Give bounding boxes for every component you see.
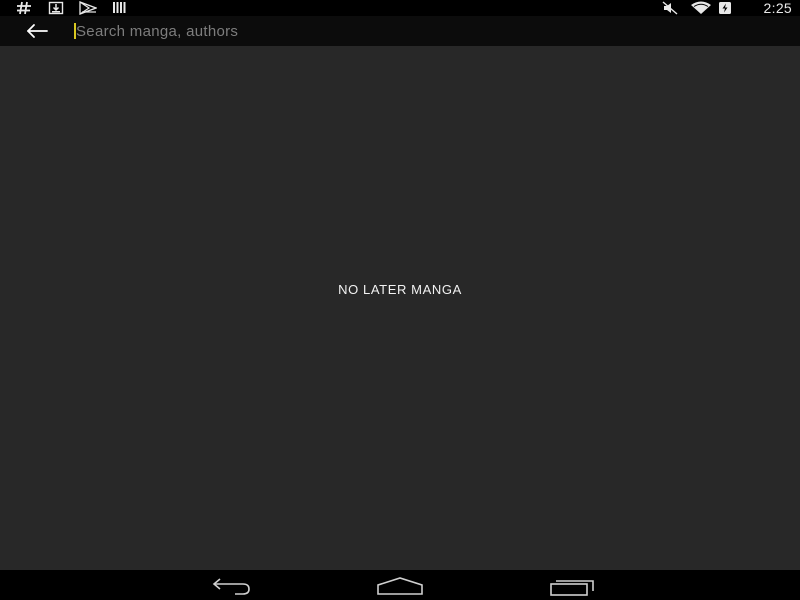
- play-store-icon: [79, 1, 97, 15]
- back-button[interactable]: [22, 19, 52, 43]
- barcode-icon: [113, 2, 126, 13]
- nav-home-button[interactable]: [375, 575, 425, 597]
- manga-list-area: NO LATER MANGA: [0, 46, 800, 570]
- app-screen: 2:25 NO LATER MANGA: [0, 0, 800, 600]
- arrow-left-icon: [27, 24, 48, 38]
- status-right-icons: 2:25: [660, 0, 800, 16]
- status-clock: 2:25: [763, 0, 792, 16]
- wifi-icon: [691, 1, 711, 14]
- empty-state-message: NO LATER MANGA: [338, 282, 462, 297]
- status-bar: 2:25: [0, 0, 800, 16]
- nav-back-button[interactable]: [205, 575, 253, 597]
- back-nav-icon: [212, 578, 250, 595]
- hashtag-icon: [17, 1, 31, 15]
- battery-icon: [719, 2, 731, 14]
- recents-nav-icon: [550, 580, 594, 596]
- home-nav-icon: [377, 577, 423, 595]
- mute-icon: [662, 1, 678, 15]
- search-input[interactable]: [74, 20, 776, 42]
- download-icon: [48, 1, 64, 15]
- navigation-bar: [0, 570, 800, 600]
- nav-recents-button[interactable]: [548, 575, 596, 597]
- search-toolbar: [0, 16, 800, 46]
- text-cursor: [74, 23, 76, 39]
